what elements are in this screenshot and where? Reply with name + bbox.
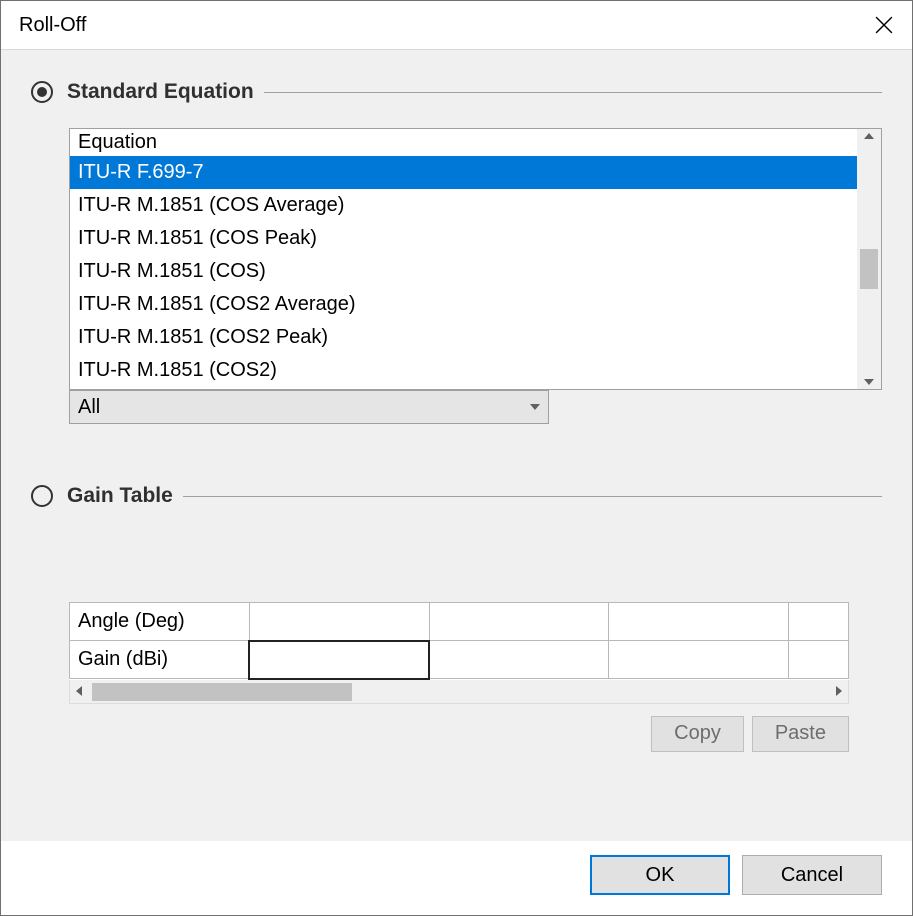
gain-table-radio[interactable] [31, 485, 53, 507]
dialog-window: Roll-Off Standard Equation Equation ITU-… [0, 0, 913, 916]
cancel-button[interactable]: Cancel [742, 855, 882, 895]
standard-equation-radio[interactable] [31, 81, 53, 103]
spacer [31, 532, 882, 602]
gain-table-header: Gain Table [31, 484, 882, 508]
equation-list-item[interactable]: ITU-R F.699-7 [70, 156, 857, 189]
standard-equation-header: Standard Equation [31, 80, 882, 104]
equation-list[interactable]: Equation ITU-R F.699-7 ITU-R M.1851 (COS… [70, 129, 857, 389]
gain-cell[interactable] [429, 641, 609, 679]
paste-button[interactable]: Paste [752, 716, 849, 752]
angle-cell[interactable] [789, 603, 849, 641]
angle-cell[interactable] [609, 603, 789, 641]
spacer [31, 772, 882, 832]
gain-cell[interactable] [609, 641, 789, 679]
gain-table-group: Gain Table Angle (Deg) Gain (dBi) [31, 484, 882, 752]
equation-filter-value: All [78, 396, 100, 419]
window-title: Roll-Off [19, 14, 856, 37]
equation-filter-dropdown[interactable]: All [69, 390, 549, 424]
title-bar: Roll-Off [1, 1, 912, 50]
copy-button[interactable]: Copy [651, 716, 744, 752]
equation-listbox: Equation ITU-R F.699-7 ITU-R M.1851 (COS… [69, 128, 882, 390]
angle-row-label: Angle (Deg) [70, 603, 250, 641]
dialog-body: Standard Equation Equation ITU-R F.699-7… [1, 50, 912, 841]
scroll-right-icon[interactable] [836, 686, 842, 696]
gain-cell[interactable] [249, 641, 429, 679]
standard-equation-group: Standard Equation Equation ITU-R F.699-7… [31, 80, 882, 424]
gain-table-label: Gain Table [67, 484, 173, 508]
gain-table-wrap: Angle (Deg) Gain (dBi) [69, 602, 882, 704]
angle-cell[interactable] [249, 603, 429, 641]
chevron-down-icon [530, 404, 540, 410]
equation-list-item[interactable]: ITU-R M.1851 (COS2) [70, 354, 857, 387]
scroll-up-icon[interactable] [864, 133, 874, 139]
standard-equation-label: Standard Equation [67, 80, 254, 104]
equation-list-item[interactable]: ITU-R M.1851 (COS Peak) [70, 222, 857, 255]
table-row: Gain (dBi) [70, 641, 849, 679]
ok-button[interactable]: OK [590, 855, 730, 895]
equation-list-item[interactable]: ITU-R M.1851 (COS) [70, 255, 857, 288]
equation-list-scrollbar[interactable] [857, 129, 881, 389]
scroll-down-icon[interactable] [864, 379, 874, 385]
copy-paste-row: Copy Paste [69, 716, 849, 752]
gain-row-label: Gain (dBi) [70, 641, 250, 679]
equation-list-header: Equation [70, 129, 857, 156]
angle-cell[interactable] [429, 603, 609, 641]
equation-list-item[interactable]: ITU-R M.1851 (COS3 Average) [70, 387, 857, 389]
scroll-left-icon[interactable] [76, 686, 82, 696]
group-separator [183, 496, 882, 497]
equation-list-item[interactable]: ITU-R M.1851 (COS2 Peak) [70, 321, 857, 354]
scroll-thumb[interactable] [860, 249, 878, 289]
equation-list-item[interactable]: ITU-R M.1851 (COS2 Average) [70, 288, 857, 321]
gain-cell[interactable] [789, 641, 849, 679]
dialog-footer: OK Cancel [1, 841, 912, 915]
table-row: Angle (Deg) [70, 603, 849, 641]
equation-list-item[interactable]: ITU-R M.1851 (COS Average) [70, 189, 857, 222]
gain-table: Angle (Deg) Gain (dBi) [69, 602, 849, 680]
close-icon [875, 16, 893, 34]
close-button[interactable] [856, 1, 912, 49]
scroll-thumb[interactable] [92, 683, 352, 701]
gain-table-h-scrollbar[interactable] [69, 680, 849, 704]
group-separator [264, 92, 882, 93]
